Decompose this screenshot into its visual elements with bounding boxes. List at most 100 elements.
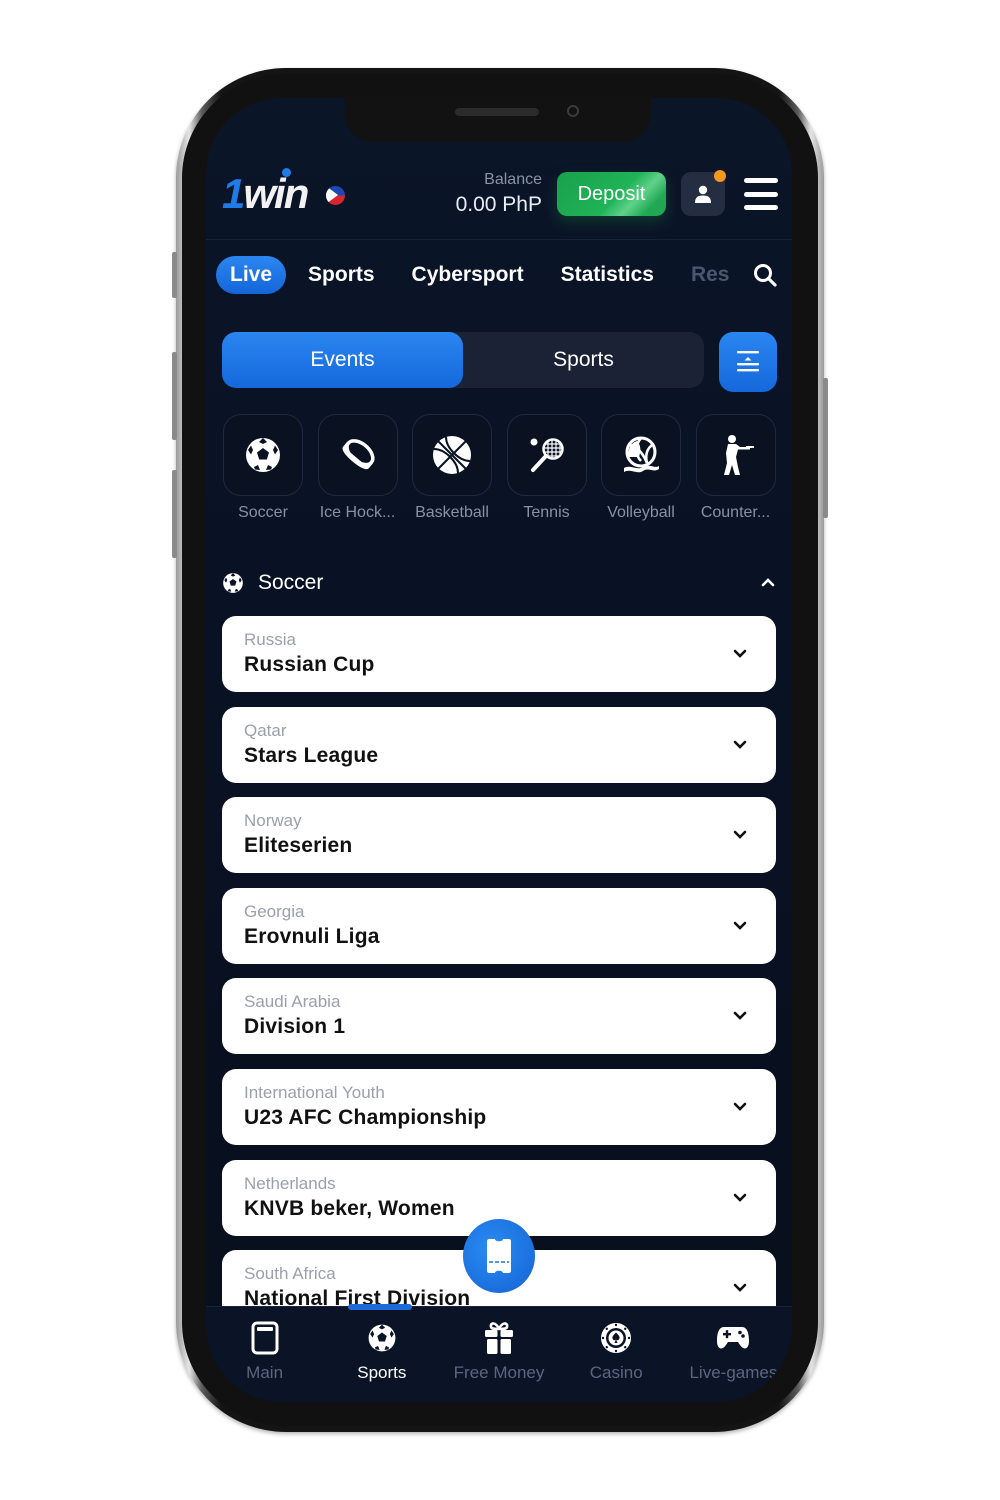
category-label: Tennis: [523, 504, 570, 521]
casino-chip-icon: [601, 1323, 632, 1353]
front-camera: [567, 105, 579, 117]
section-title: Soccer: [258, 571, 324, 594]
balance-label: Balance: [484, 171, 542, 188]
chevron-down-icon[interactable]: [732, 646, 748, 662]
tab-statistics[interactable]: Statistics: [561, 263, 654, 287]
philippines-flag-icon: [326, 186, 345, 205]
gift-icon: [485, 1322, 513, 1354]
bet-slip-ticket-icon: [487, 1239, 511, 1273]
header-divider: [206, 239, 792, 240]
bottom-navigation: Main Sports Free Money Casino Live-games: [206, 1306, 792, 1402]
gamepad-icon: [717, 1327, 750, 1349]
main-page-icon: [251, 1321, 279, 1355]
segment-events[interactable]: Events: [222, 332, 463, 388]
events-sports-toggle: Events Sports: [222, 332, 704, 388]
tab-cybersport[interactable]: Cybersport: [412, 263, 524, 287]
bottom-nav-label: Main: [246, 1363, 284, 1382]
chevron-down-icon[interactable]: [732, 737, 748, 753]
league-country: Russia: [244, 630, 296, 649]
league-item[interactable]: Russia Russian Cup: [222, 616, 776, 692]
user-icon: [695, 185, 711, 203]
phone-mute-switch: [172, 252, 177, 298]
chevron-down-icon[interactable]: [732, 827, 748, 843]
league-item[interactable]: Qatar Stars League: [222, 706, 776, 783]
league-name: Erovnuli Liga: [244, 924, 380, 948]
soccer-ball-icon: [368, 1324, 396, 1352]
bottom-nav-label: Casino: [589, 1363, 643, 1382]
sport-categories: Soccer Ice Hock... Basketball Tennis Vol…: [222, 414, 789, 522]
phone-power-button: [823, 378, 828, 518]
tennis-racket-icon: [530, 438, 564, 472]
segment-sports[interactable]: Sports: [463, 332, 704, 388]
tab-sports[interactable]: Sports: [308, 263, 375, 287]
basketball-icon: [433, 436, 471, 474]
tab-live[interactable]: Live: [216, 256, 287, 294]
bottom-nav-casino[interactable]: Casino: [558, 1321, 675, 1383]
chevron-down-icon[interactable]: [732, 918, 748, 934]
league-name: Eliteserien: [244, 834, 353, 858]
top-nav-tabs: Live Sports Cybersport Statistics Res: [216, 256, 766, 294]
bottom-nav-main[interactable]: Main: [206, 1321, 323, 1383]
category-soccer[interactable]: Soccer: [222, 414, 304, 522]
bottom-nav-free-money[interactable]: Free Money: [440, 1321, 557, 1383]
league-name: KNVB beker, Women: [244, 1196, 455, 1220]
league-item[interactable]: International Youth U23 AFC Championship: [222, 1068, 776, 1145]
balance-value: 0.00 PhP: [455, 193, 542, 216]
league-country: Netherlands: [244, 1173, 336, 1193]
league-item[interactable]: Georgia Erovnuli Liga: [222, 887, 776, 964]
league-name: Russian Cup: [244, 653, 375, 676]
league-country: Georgia: [244, 901, 305, 921]
logo-word: win: [243, 170, 309, 217]
volleyball-icon: [624, 436, 659, 473]
bottom-nav-label: Live-games: [689, 1363, 778, 1382]
league-item[interactable]: Norway Eliteserien: [222, 797, 776, 874]
hamburger-menu-icon[interactable]: [744, 178, 778, 210]
brand-logo[interactable]: 1win: [222, 168, 352, 217]
counter-strike-icon: [723, 435, 754, 475]
deposit-button[interactable]: Deposit: [557, 172, 666, 216]
category-ice-hockey[interactable]: Ice Hock...: [317, 414, 399, 522]
soccer-ball-icon: [223, 573, 243, 593]
category-counter-strike[interactable]: Counter...: [695, 414, 777, 522]
bottom-nav-label: Free Money: [453, 1363, 545, 1382]
category-label: Soccer: [238, 504, 288, 521]
chevron-down-icon[interactable]: [732, 1190, 748, 1206]
soccer-section-header[interactable]: Soccer: [222, 568, 778, 598]
tab-results[interactable]: Res: [691, 263, 730, 287]
category-label: Volleyball: [607, 504, 675, 521]
bet-slip-button[interactable]: [463, 1219, 535, 1293]
category-volleyball[interactable]: Volleyball: [600, 414, 682, 522]
chevron-up-icon[interactable]: [760, 574, 776, 590]
category-tennis[interactable]: Tennis: [506, 414, 588, 522]
league-name: U23 AFC Championship: [244, 1105, 487, 1129]
league-name: Stars League: [244, 743, 379, 767]
phone-volume-down: [172, 470, 177, 558]
league-country: International Youth: [244, 1082, 385, 1102]
category-label: Basketball: [415, 504, 489, 521]
chevron-down-icon[interactable]: [732, 1099, 748, 1115]
league-country: Qatar: [244, 720, 287, 740]
search-icon[interactable]: [752, 262, 778, 288]
bottom-nav-live-games[interactable]: Live-games: [675, 1321, 792, 1383]
logo-dot: [282, 168, 291, 177]
collapse-all-button[interactable]: [719, 332, 777, 392]
league-country: Saudi Arabia: [244, 992, 341, 1012]
chevron-down-icon[interactable]: [732, 1280, 748, 1296]
league-item[interactable]: Saudi Arabia Division 1: [222, 978, 776, 1055]
league-name: Division 1: [244, 1015, 346, 1039]
category-basketball[interactable]: Basketball: [411, 414, 493, 522]
phone-volume-up: [172, 352, 177, 440]
logo-digit: 1: [222, 170, 245, 217]
notification-dot: [714, 170, 726, 182]
league-country: Norway: [244, 811, 302, 831]
earpiece-speaker: [455, 108, 539, 116]
app-screen: 1win Balance 0.00 PhP Deposit Live Sport…: [206, 98, 792, 1402]
category-label: Counter...: [700, 504, 771, 521]
phone-notch: [345, 96, 651, 142]
category-label: Ice Hock...: [319, 504, 396, 521]
chevron-down-icon[interactable]: [732, 1008, 748, 1024]
hockey-puck-icon: [342, 439, 375, 470]
soccer-ball-icon: [246, 438, 280, 472]
bottom-nav-label: Sports: [357, 1363, 407, 1382]
bottom-nav-sports[interactable]: Sports: [323, 1321, 440, 1383]
